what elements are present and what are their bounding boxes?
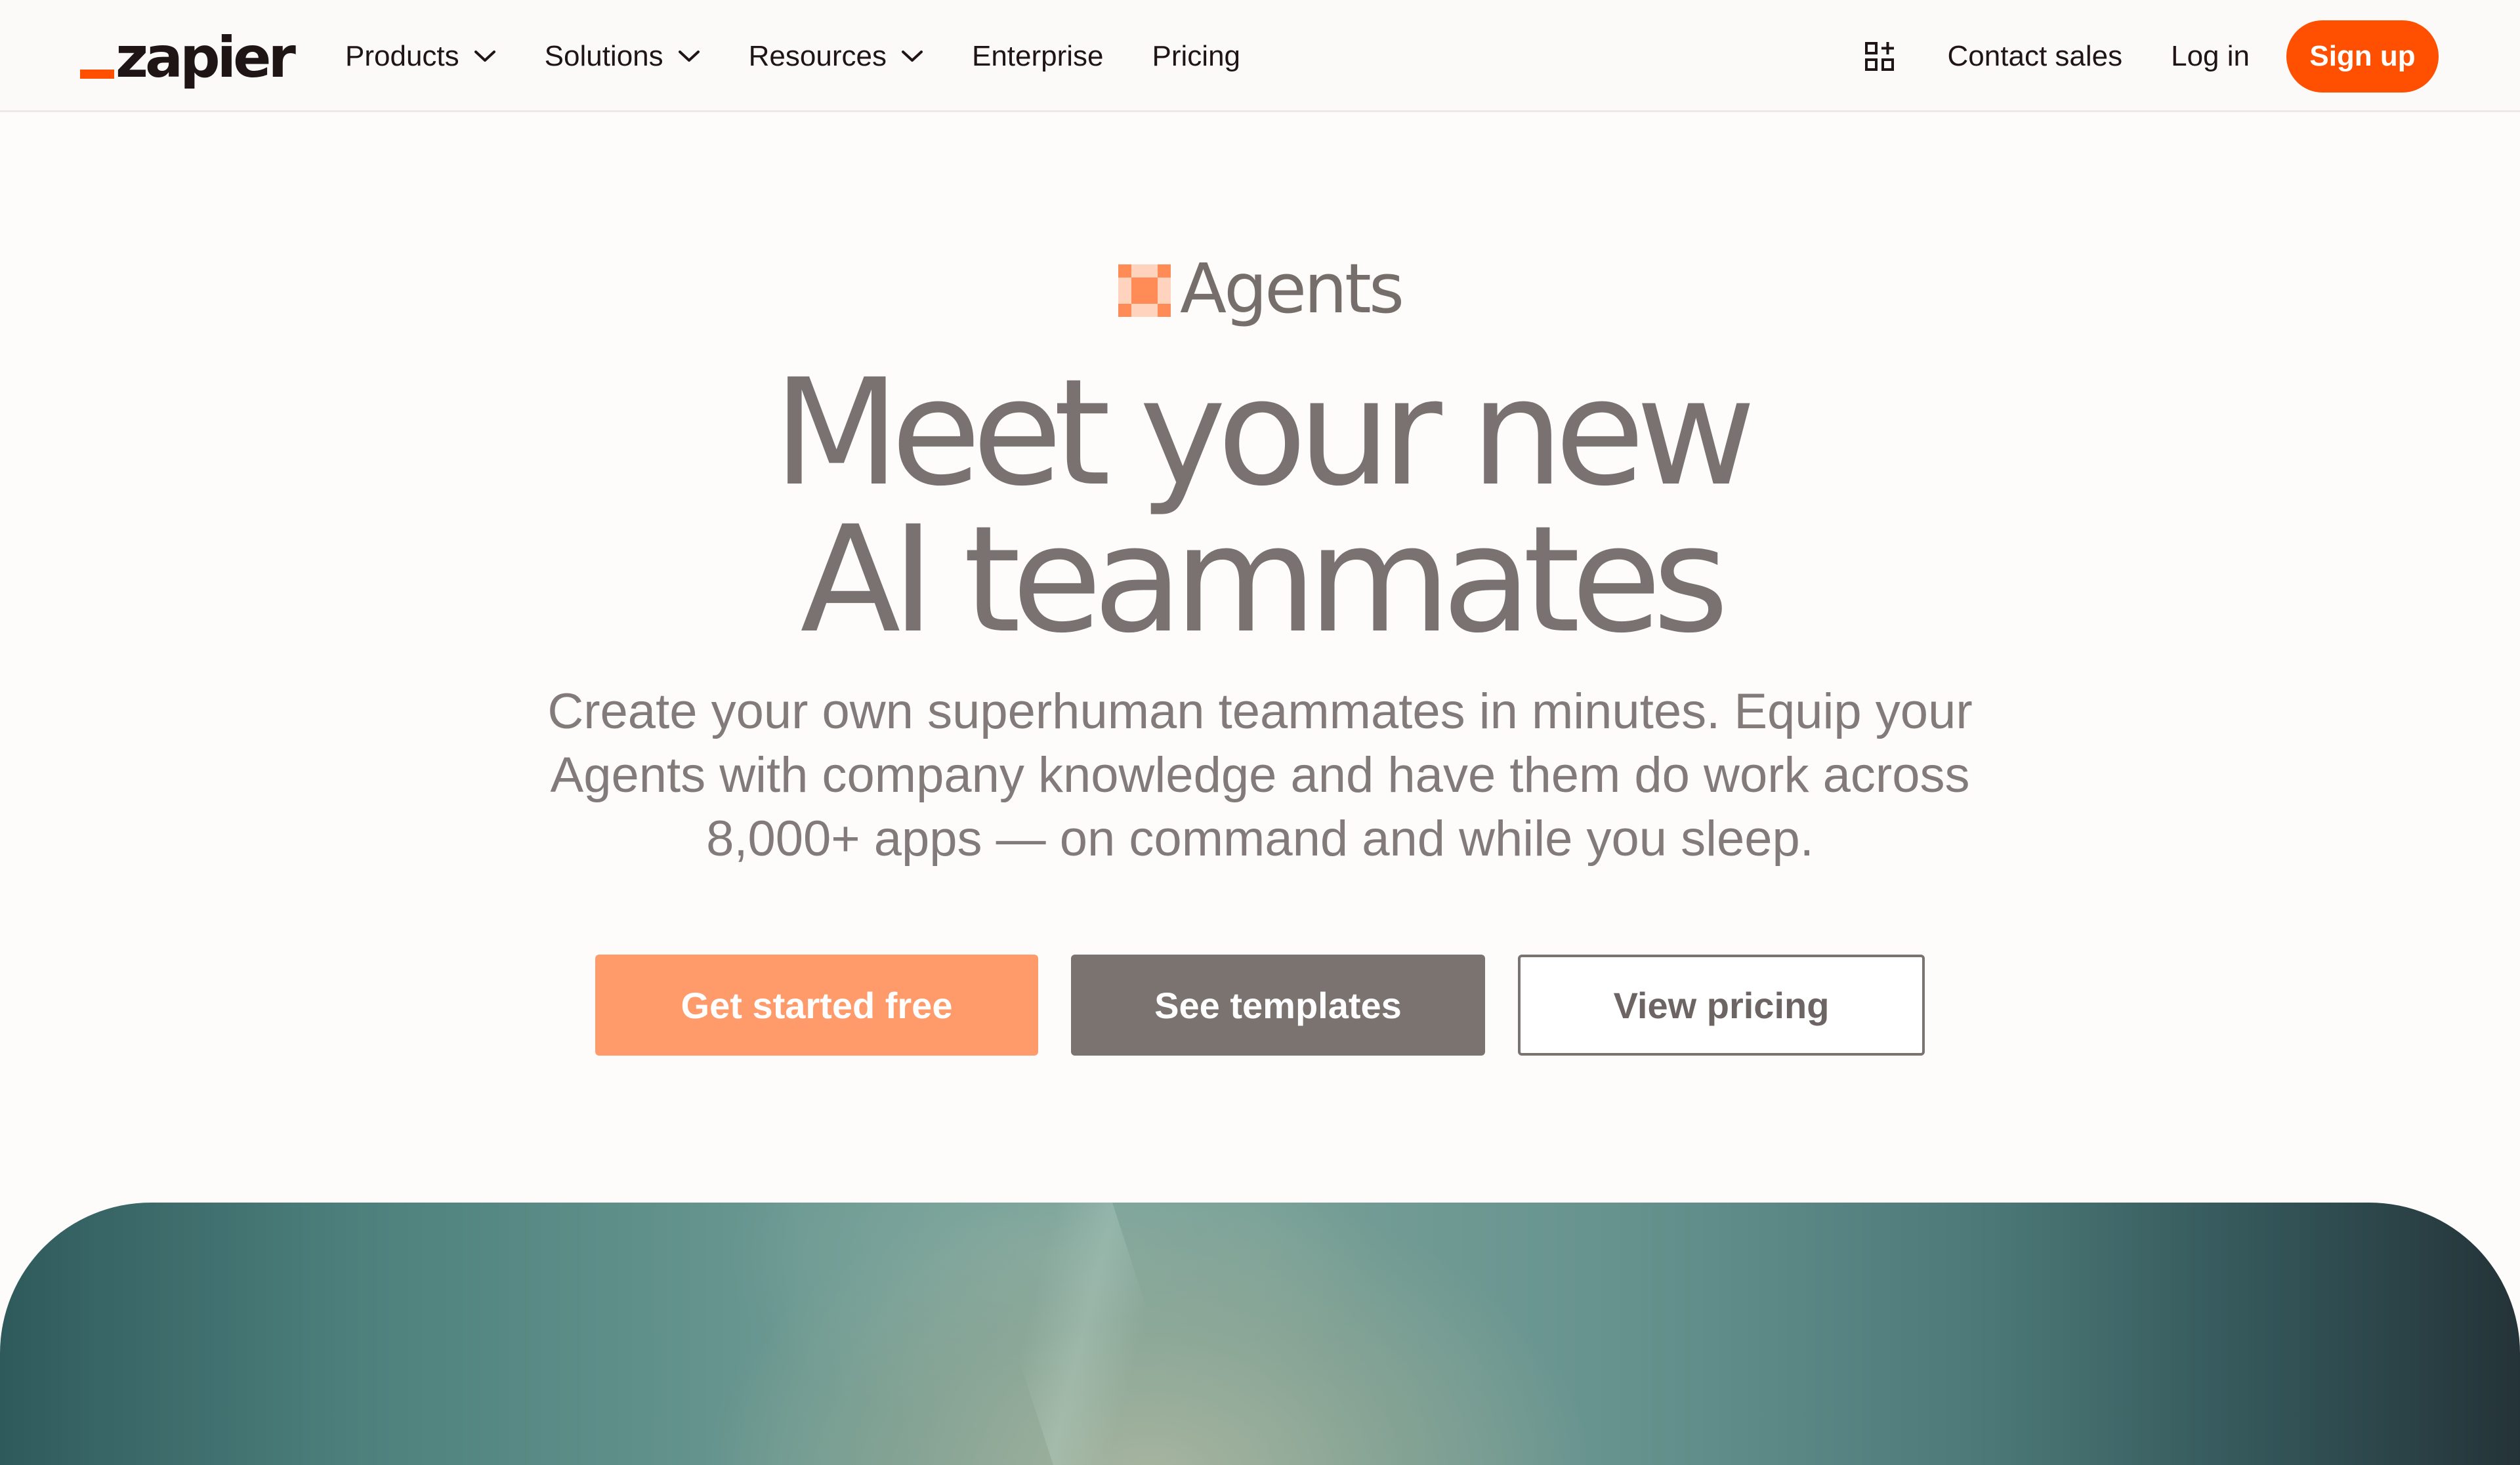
- agents-icon: [1118, 264, 1171, 317]
- contact-sales-link[interactable]: Contact sales: [1948, 40, 2123, 73]
- product-label: Agents: [1179, 249, 1404, 329]
- chevron-down-icon: [678, 50, 700, 62]
- logo-underscore-mark: [80, 70, 114, 79]
- apps-grid-icon[interactable]: [1864, 41, 1895, 72]
- light-streak: [968, 1203, 1198, 1465]
- logo-wordmark: zapier: [116, 25, 296, 91]
- see-templates-button[interactable]: See templates: [1071, 955, 1485, 1056]
- view-pricing-button[interactable]: View pricing: [1518, 955, 1925, 1056]
- chevron-down-icon: [474, 50, 495, 62]
- nav-solutions[interactable]: Solutions: [545, 40, 700, 73]
- nav-resources-label: Resources: [748, 39, 887, 72]
- get-started-button[interactable]: Get started free: [595, 955, 1038, 1056]
- nav-products-label: Products: [345, 39, 459, 72]
- site-header: zapier Products Solutions Resources Ente…: [0, 0, 2520, 112]
- product-badge: Agents: [0, 249, 2520, 328]
- headline-line-2: AI teammates: [800, 494, 1729, 665]
- nav-solutions-label: Solutions: [544, 39, 663, 72]
- hero-subtitle: Create your own superhuman teammates in …: [547, 684, 1973, 867]
- hero-headline: Meet your new AI teammates: [0, 360, 2520, 653]
- zapier-logo[interactable]: zapier: [80, 25, 296, 91]
- hero-image-panel: [0, 1203, 2520, 1465]
- chevron-down-icon: [901, 50, 923, 62]
- login-link[interactable]: Log in: [2171, 40, 2250, 73]
- nav-actions: Contact sales Log in Sign up: [1864, 0, 2439, 112]
- signup-button[interactable]: Sign up: [2286, 20, 2439, 93]
- nav-enterprise[interactable]: Enterprise: [972, 40, 1104, 73]
- headline-line-1: Meet your new: [773, 347, 1756, 518]
- main-nav: Products Solutions Resources Enterprise …: [345, 0, 1289, 112]
- nav-pricing[interactable]: Pricing: [1152, 40, 1241, 73]
- nav-products[interactable]: Products: [345, 40, 496, 73]
- cta-row: Get started free See templates View pric…: [0, 955, 2520, 1056]
- nav-resources[interactable]: Resources: [749, 40, 923, 73]
